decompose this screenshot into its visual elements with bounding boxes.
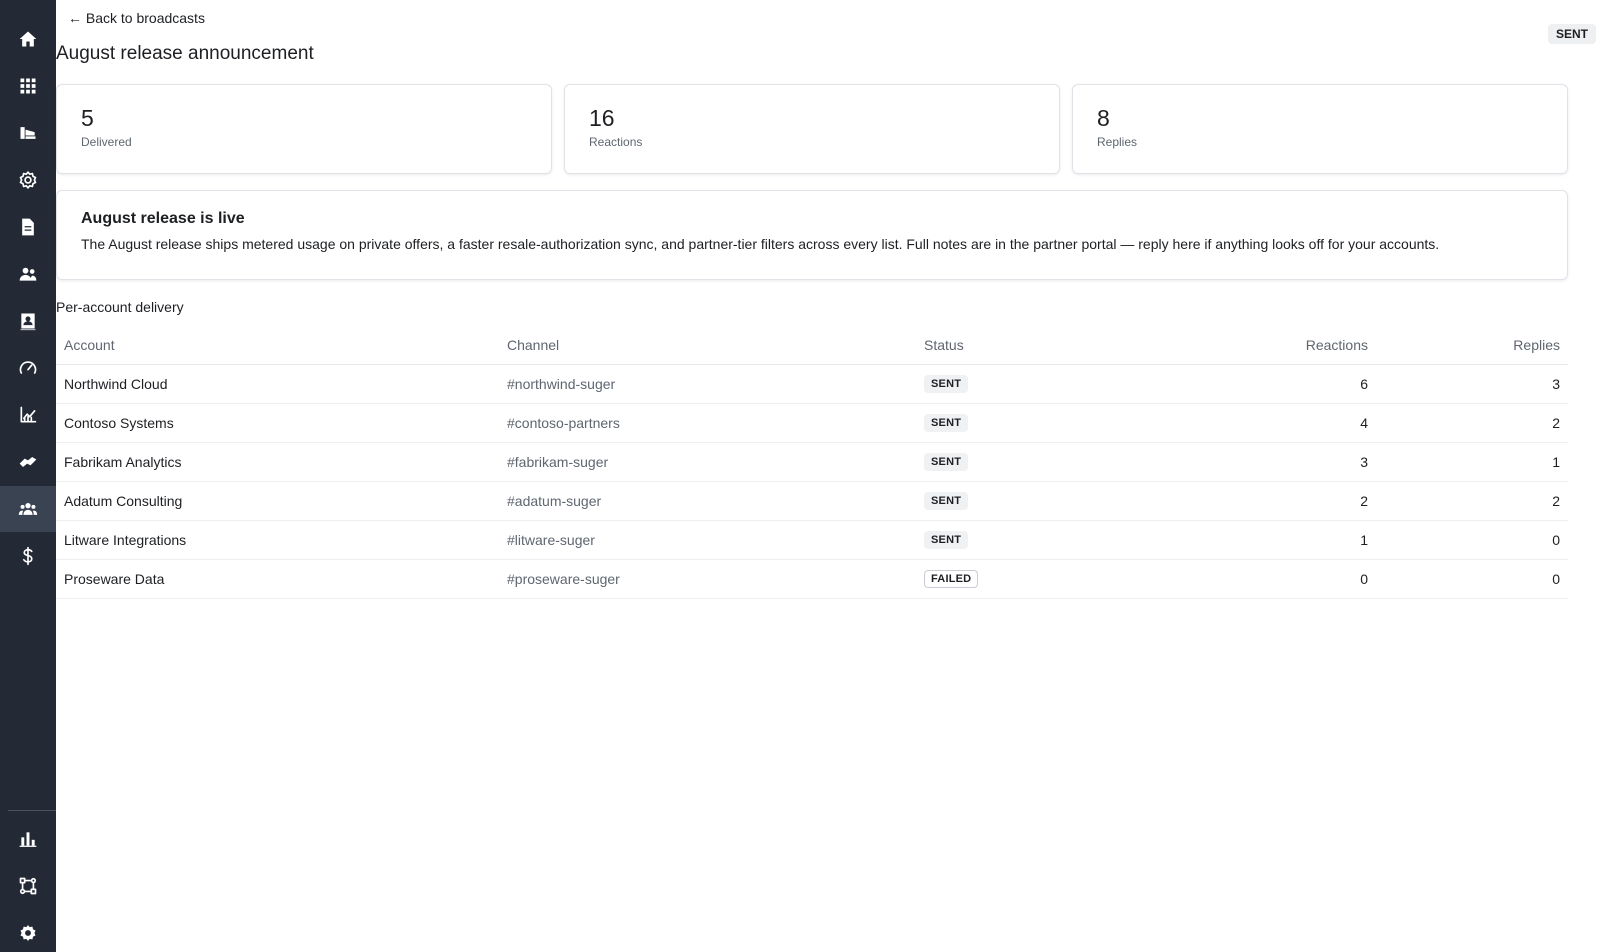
main-content: ← Back to broadcasts August release anno… [56, 0, 1600, 952]
replies-count: 3 [1376, 364, 1568, 404]
column-header-account[interactable]: Account [56, 326, 499, 365]
status-badge: SENT [1547, 24, 1596, 44]
sidebar-item-partnerships[interactable] [0, 439, 56, 485]
channel-name: #proseware-suger [499, 559, 916, 599]
group-icon [18, 503, 38, 515]
chart-trend-icon [20, 406, 37, 423]
apps-grid-icon [20, 78, 36, 94]
sidebar-item-settings[interactable] [0, 910, 56, 952]
workflow-icon [19, 877, 37, 895]
table-header-row: Account Channel Status Reactions Replies [56, 326, 1568, 365]
delivery-table: Account Channel Status Reactions Replies… [56, 326, 1568, 599]
table-row[interactable]: Northwind Cloud #northwind-suger SENT 6 … [56, 364, 1568, 404]
reactions-count: 6 [1136, 364, 1376, 404]
replies-count: 2 [1376, 403, 1568, 443]
reactions-count: 0 [1136, 559, 1376, 599]
status-cell: SENT [916, 403, 1136, 443]
sidebar-item-reports[interactable] [0, 816, 56, 862]
document-icon [22, 218, 34, 236]
stat-label: Replies [1097, 135, 1138, 149]
account-name: Litware Integrations [56, 520, 499, 560]
column-header-channel[interactable]: Channel [499, 326, 916, 365]
channel-name: #fabrikam-suger [499, 442, 916, 482]
column-header-replies[interactable]: Replies [1376, 326, 1568, 365]
replies-count: 2 [1376, 481, 1568, 521]
settings-cog-icon [19, 171, 37, 189]
table-row[interactable]: Contoso Systems #contoso-partners SENT 4… [56, 403, 1568, 443]
account-name: Adatum Consulting [56, 481, 499, 521]
replies-count: 0 [1376, 520, 1568, 560]
page-title: August release announcement [56, 43, 314, 64]
account-name: Fabrikam Analytics [56, 442, 499, 482]
status-cell: FAILED [916, 559, 1136, 599]
account-name: Contoso Systems [56, 403, 499, 443]
sidebar-item-workflows[interactable] [0, 863, 56, 909]
sidebar-item-people[interactable] [0, 251, 56, 297]
stat-card-replies: 8 Replies [1072, 84, 1568, 174]
status-cell: SENT [916, 364, 1136, 404]
gear-icon [20, 925, 36, 941]
stat-label: Delivered [81, 135, 132, 149]
status-badge-failed: FAILED [924, 570, 979, 588]
table-row[interactable]: Adatum Consulting #adatum-suger SENT 2 2 [56, 481, 1568, 521]
stat-card-delivered: 5 Delivered [56, 84, 552, 174]
stat-value: 16 [589, 105, 615, 131]
column-header-reactions[interactable]: Reactions [1136, 326, 1376, 365]
account-name: Northwind Cloud [56, 364, 499, 404]
home-icon [19, 31, 37, 47]
sidebar-item-integrations[interactable] [0, 157, 56, 203]
channel-name: #litware-suger [499, 520, 916, 560]
stat-label: Reactions [589, 135, 643, 149]
sidebar-item-home[interactable] [0, 16, 56, 62]
sidebar-divider [8, 810, 56, 811]
channel-name: #adatum-suger [499, 481, 916, 521]
status-badge: SENT [924, 492, 969, 510]
handshake-icon [19, 457, 37, 467]
channel-name: #contoso-partners [499, 403, 916, 443]
status-cell: SENT [916, 481, 1136, 521]
sidebar-item-apps[interactable] [0, 63, 56, 109]
message-body: The August release ships metered usage o… [81, 236, 1440, 252]
section-label-per-account: Per-account delivery [56, 299, 184, 315]
reactions-count: 3 [1136, 442, 1376, 482]
dollar-icon [23, 546, 33, 566]
stat-value: 5 [81, 105, 94, 131]
contact-card-icon [20, 313, 36, 331]
replies-count: 1 [1376, 442, 1568, 482]
stat-card-reactions: 16 Reactions [564, 84, 1060, 174]
reactions-count: 2 [1136, 481, 1376, 521]
message-card: August release is live The August releas… [56, 190, 1568, 280]
table-row[interactable]: Litware Integrations #litware-suger SENT… [56, 520, 1568, 560]
replies-count: 0 [1376, 559, 1568, 599]
sidebar [0, 0, 56, 952]
stat-value: 8 [1097, 105, 1110, 131]
channel-name: #northwind-suger [499, 364, 916, 404]
reactions-count: 1 [1136, 520, 1376, 560]
speedometer-icon [19, 361, 37, 374]
bar-chart-icon [19, 832, 37, 847]
table-row[interactable]: Proseware Data #proseware-suger FAILED 0… [56, 559, 1568, 599]
sidebar-item-analytics[interactable] [0, 392, 56, 438]
status-badge: SENT [924, 375, 969, 393]
back-to-broadcasts-link[interactable]: ← Back to broadcasts [68, 10, 205, 26]
message-title: August release is live [81, 210, 245, 227]
sidebar-item-performance[interactable] [0, 345, 56, 391]
status-badge: SENT [924, 453, 969, 471]
sidebar-item-billing[interactable] [0, 533, 56, 579]
status-badge: SENT [924, 414, 969, 432]
column-header-status[interactable]: Status [916, 326, 1136, 365]
people-icon [19, 267, 37, 281]
status-cell: SENT [916, 442, 1136, 482]
sidebar-item-broadcasts[interactable] [0, 486, 56, 532]
status-badge: SENT [924, 531, 969, 549]
reactions-count: 4 [1136, 403, 1376, 443]
table-row[interactable]: Fabrikam Analytics #fabrikam-suger SENT … [56, 442, 1568, 482]
listings-icon [20, 127, 36, 139]
sidebar-item-listings[interactable] [0, 110, 56, 156]
account-name: Proseware Data [56, 559, 499, 599]
sidebar-item-documents[interactable] [0, 204, 56, 250]
sidebar-item-contacts[interactable] [0, 298, 56, 344]
status-cell: SENT [916, 520, 1136, 560]
